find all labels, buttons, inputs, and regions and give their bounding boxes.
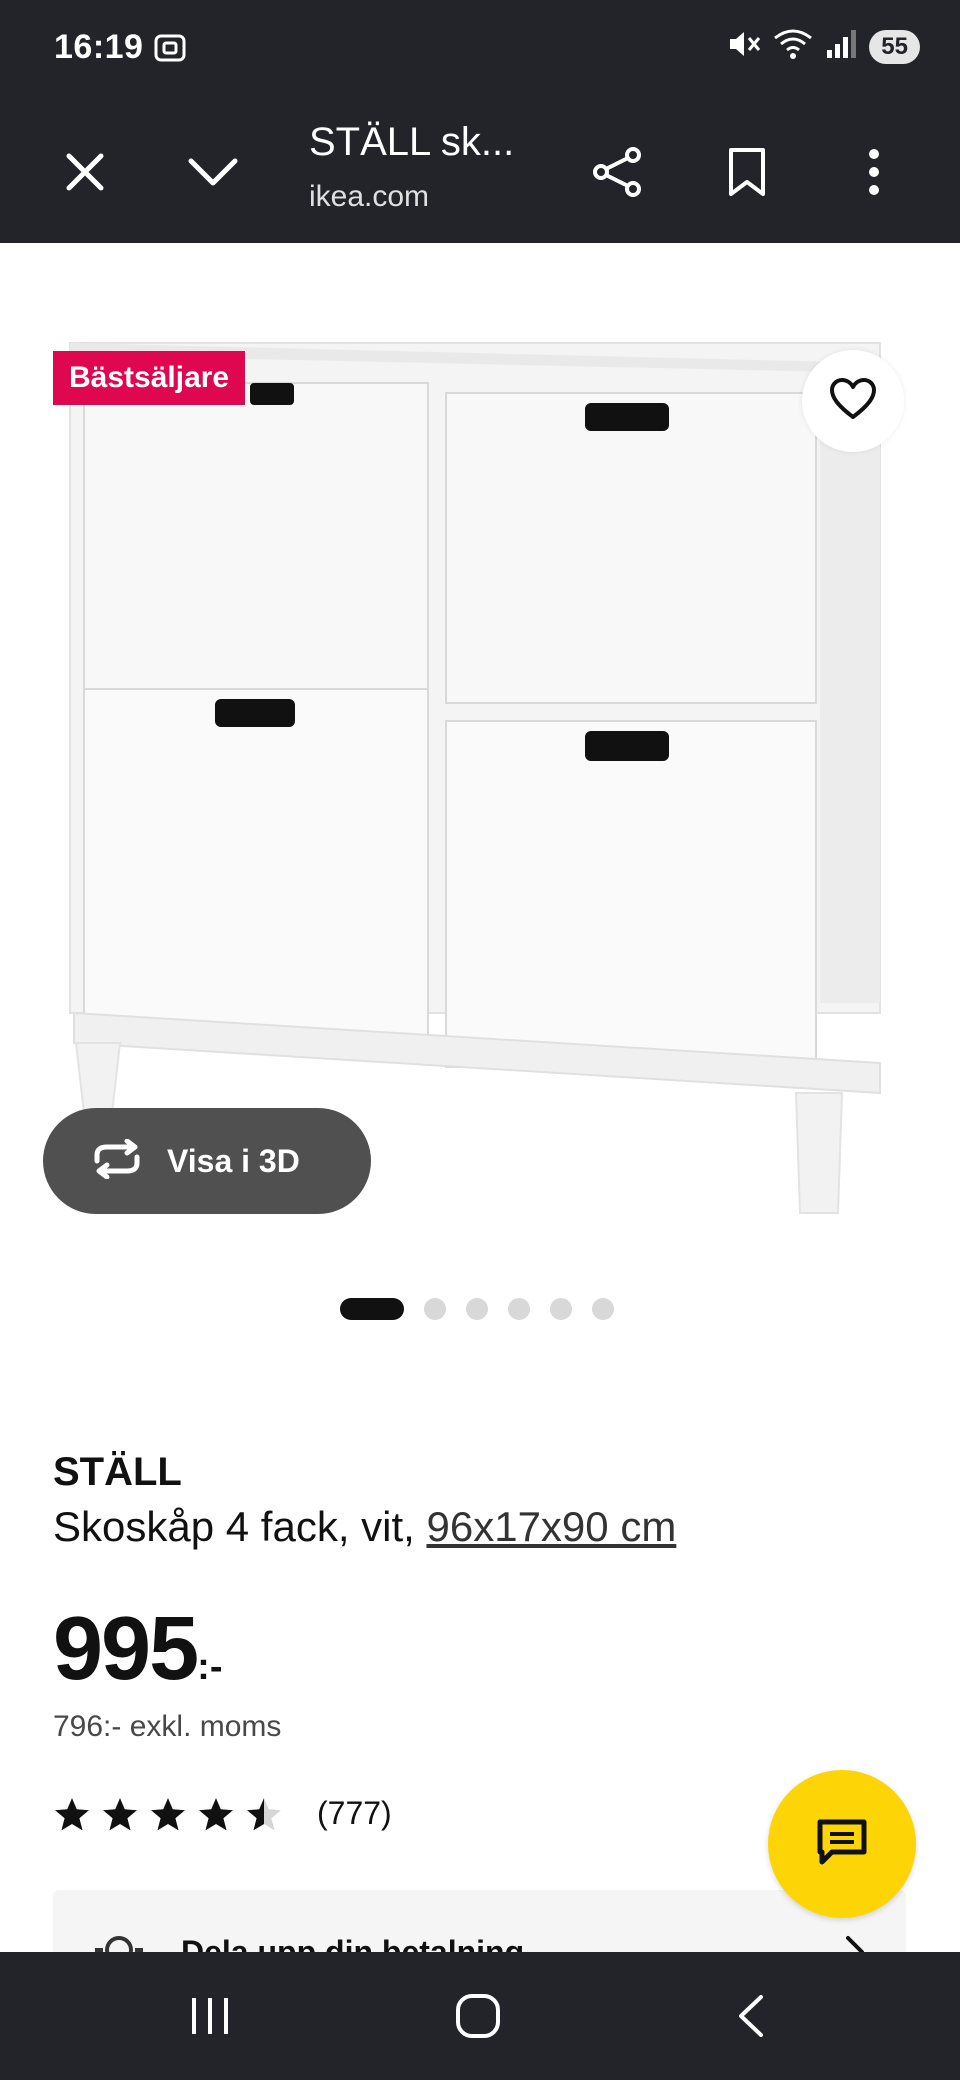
page-domain[interactable]: ikea.com: [309, 180, 429, 214]
carousel-dot[interactable]: [508, 1298, 530, 1320]
star-icon: [103, 1797, 137, 1830]
price-excl-vat: 796:- exkl. moms: [53, 1710, 282, 1743]
rotate-3d-icon: [89, 1138, 145, 1184]
bookmark-icon[interactable]: [715, 140, 779, 204]
chat-button[interactable]: [768, 1770, 916, 1918]
carousel-dot[interactable]: [550, 1298, 572, 1320]
view-3d-label: Visa i 3D: [167, 1142, 300, 1179]
recent-apps-icon[interactable]: [180, 1986, 240, 2046]
page-title[interactable]: STÄLL sk...: [309, 120, 514, 165]
back-icon[interactable]: [720, 1986, 780, 2046]
heart-icon: [829, 377, 877, 426]
price-suffix: :-: [197, 1646, 223, 1688]
battery-icon: 55: [869, 29, 920, 64]
carousel-indicator[interactable]: [340, 1298, 614, 1320]
product-name: STÄLL: [53, 1450, 182, 1494]
product-description: Skoskåp 4 fack, vit, 96x17x90 cm: [53, 1503, 676, 1551]
status-bar: 16:19 55: [0, 0, 960, 100]
mute-icon: [727, 28, 761, 65]
carousel-dot[interactable]: [592, 1298, 614, 1320]
star-icon: [247, 1797, 281, 1830]
screenshot-icon: [152, 30, 188, 66]
status-time: 16:19: [54, 28, 144, 66]
price-value: 995: [53, 1599, 199, 1699]
star-icon: [151, 1797, 185, 1830]
close-icon[interactable]: [53, 140, 117, 204]
rating[interactable]: (777): [53, 1795, 392, 1832]
browser-toolbar: STÄLL sk... ikea.com: [0, 100, 960, 243]
review-count[interactable]: (777): [317, 1795, 392, 1832]
carousel-dot[interactable]: [466, 1298, 488, 1320]
star-icon: [199, 1797, 233, 1830]
product-type-text: Skoskåp 4 fack, vit,: [53, 1503, 427, 1550]
product-price: 995:-: [53, 1598, 222, 1701]
home-icon[interactable]: [448, 1986, 508, 2046]
system-navigation-bar: [0, 1952, 960, 2080]
wifi-icon: [773, 28, 813, 65]
favorite-button[interactable]: [802, 350, 904, 452]
star-icon: [55, 1797, 89, 1830]
more-vertical-icon[interactable]: [842, 140, 906, 204]
view-3d-button[interactable]: Visa i 3D: [43, 1108, 371, 1214]
rating-stars: [53, 1796, 283, 1832]
chevron-down-icon[interactable]: [181, 140, 245, 204]
product-dimensions-link[interactable]: 96x17x90 cm: [427, 1503, 677, 1550]
share-icon[interactable]: [586, 140, 650, 204]
carousel-dot[interactable]: [340, 1298, 404, 1320]
status-icons: 55: [727, 28, 920, 65]
signal-icon: [825, 28, 857, 65]
bestseller-badge: Bästsäljare: [53, 351, 246, 405]
carousel-dot[interactable]: [424, 1298, 446, 1320]
chat-icon: [814, 1814, 870, 1875]
